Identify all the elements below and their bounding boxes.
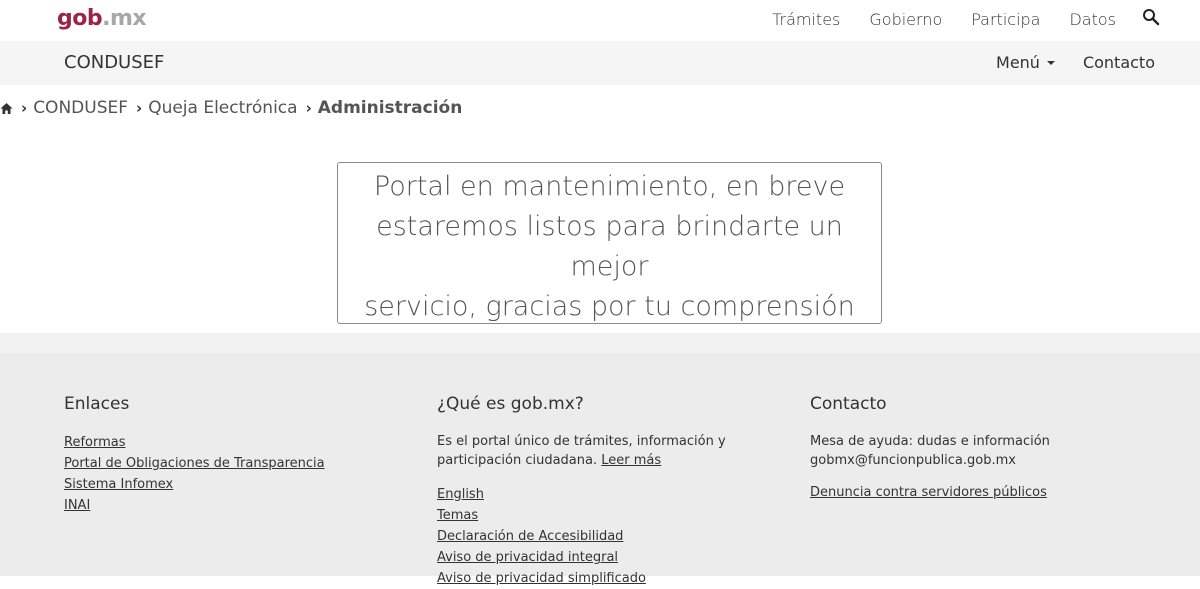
institution-nav: Menú Contacto bbox=[996, 53, 1155, 72]
link-accesibilidad[interactable]: Declaración de Accesibilidad bbox=[437, 526, 797, 547]
menu-dropdown[interactable]: Menú bbox=[996, 53, 1055, 72]
nav-participa[interactable]: Participa bbox=[971, 10, 1040, 29]
logo-gob-text: gob bbox=[57, 6, 103, 31]
menu-label: Menú bbox=[996, 53, 1040, 72]
que-es-title: ¿Qué es gob.mx? bbox=[437, 394, 584, 414]
chevron-right-icon: › bbox=[136, 99, 143, 117]
link-reformas[interactable]: Reformas bbox=[64, 432, 325, 453]
nav-datos[interactable]: Datos bbox=[1069, 10, 1116, 29]
breadcrumb-item-queja[interactable]: Queja Electrónica bbox=[148, 98, 297, 118]
link-english[interactable]: English bbox=[437, 484, 797, 505]
footer-top-strip bbox=[0, 333, 1200, 353]
que-es-description: Es el portal único de trámites, informac… bbox=[437, 432, 797, 470]
read-more-link[interactable]: Leer más bbox=[601, 453, 661, 468]
footer-contacto: Contacto Mesa de ayuda: dudas e informac… bbox=[810, 394, 1140, 503]
enlaces-title: Enlaces bbox=[64, 394, 130, 414]
institution-bar: CONDUSEF Menú Contacto bbox=[0, 41, 1200, 85]
link-sistema-infomex[interactable]: Sistema Infomex bbox=[64, 474, 325, 495]
home-icon[interactable] bbox=[0, 102, 13, 115]
link-portal-transparencia[interactable]: Portal de Obligaciones de Transparencia bbox=[64, 453, 325, 474]
contacto-line-1: Mesa de ayuda: dudas e información bbox=[810, 434, 1050, 449]
maintenance-notice: Portal en mantenimiento, en breve estare… bbox=[337, 162, 882, 324]
top-nav: Trámites Gobierno Participa Datos bbox=[743, 8, 1160, 29]
breadcrumb: › CONDUSEF › Queja Electrónica › Adminis… bbox=[0, 98, 462, 118]
link-temas[interactable]: Temas bbox=[437, 505, 797, 526]
link-aviso-simplificado[interactable]: Aviso de privacidad simplificado bbox=[437, 568, 797, 589]
footer-enlaces: Enlaces Reformas Portal de Obligaciones … bbox=[64, 394, 325, 516]
link-inai[interactable]: INAI bbox=[64, 495, 325, 516]
caret-down-icon bbox=[1046, 60, 1055, 65]
breadcrumb-current: Administración bbox=[317, 98, 463, 118]
que-es-description-text: Es el portal único de trámites, informac… bbox=[437, 434, 726, 468]
breadcrumb-item-condusef[interactable]: CONDUSEF bbox=[33, 98, 128, 118]
gobmx-logo[interactable]: gob.mx bbox=[57, 6, 147, 31]
contacto-email: gobmx@funcionpublica.gob.mx bbox=[810, 453, 1016, 468]
que-es-links: English Temas Declaración de Accesibilid… bbox=[437, 484, 797, 589]
nav-tramites[interactable]: Trámites bbox=[772, 10, 840, 29]
chevron-right-icon: › bbox=[21, 99, 28, 117]
notice-line-2: estaremos listos para brindarte un mejor bbox=[376, 211, 843, 282]
institution-name[interactable]: CONDUSEF bbox=[64, 52, 164, 73]
nav-gobierno[interactable]: Gobierno bbox=[869, 10, 942, 29]
top-bar: gob.mx Trámites Gobierno Participa Datos bbox=[0, 0, 1200, 41]
notice-line-3: servicio, gracias por tu comprensión bbox=[364, 291, 855, 322]
contacto-title: Contacto bbox=[810, 394, 887, 414]
contact-link[interactable]: Contacto bbox=[1083, 53, 1155, 72]
chevron-right-icon: › bbox=[305, 99, 312, 117]
link-denuncia[interactable]: Denuncia contra servidores públicos bbox=[810, 482, 1140, 503]
logo-mx-text: .mx bbox=[102, 6, 147, 31]
search-icon[interactable] bbox=[1142, 8, 1160, 26]
notice-line-1: Portal en mantenimiento, en breve bbox=[373, 171, 846, 202]
link-aviso-integral[interactable]: Aviso de privacidad integral bbox=[437, 547, 797, 568]
footer-que-es: ¿Qué es gob.mx? Es el portal único de tr… bbox=[437, 394, 797, 589]
footer: Enlaces Reformas Portal de Obligaciones … bbox=[0, 333, 1200, 586]
